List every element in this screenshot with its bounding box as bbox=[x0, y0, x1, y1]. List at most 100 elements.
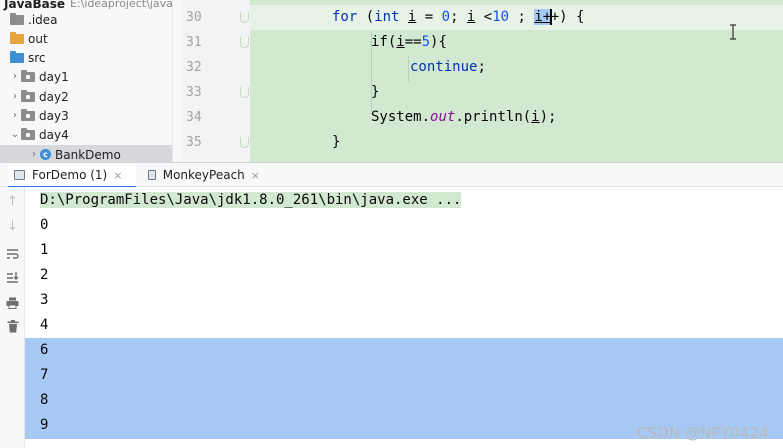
code-text: ; bbox=[477, 59, 486, 75]
tree-item-label: out bbox=[28, 31, 48, 46]
line-number: 34 bbox=[186, 110, 202, 125]
code-line-33: } bbox=[371, 80, 379, 105]
console-icon bbox=[148, 170, 156, 180]
project-tree-scrollbar[interactable] bbox=[172, 0, 182, 162]
project-path: E:\ideaproject\javab bbox=[70, 0, 180, 10]
tree-item-label: BankDemo bbox=[55, 147, 121, 162]
keyword: int bbox=[374, 9, 400, 25]
keyword: for bbox=[332, 9, 358, 25]
ide-top-area: JavaBase E:\ideaproject\javab .idea out … bbox=[0, 0, 783, 162]
code-text: ; bbox=[450, 9, 467, 25]
run-toolbar: ↑ ↓ bbox=[0, 187, 25, 448]
command-text: D:\ProgramFiles\Java\jdk1.8.0_261\bin\ja… bbox=[40, 192, 462, 208]
down-arrow-icon[interactable]: ↓ bbox=[0, 217, 25, 237]
tree-item-day2[interactable]: › day2 bbox=[0, 87, 172, 106]
console-line-selected: 8 bbox=[25, 388, 783, 413]
code-line-30: for (int i = 0; i <10 ; i++) { bbox=[332, 5, 584, 30]
code-text: .println( bbox=[455, 109, 532, 125]
code-text: = bbox=[416, 9, 442, 25]
run-tab-bar: ForDemo (1) × MonkeyPeach × bbox=[0, 162, 783, 188]
tree-item-src[interactable]: src bbox=[0, 48, 172, 67]
print-icon[interactable] bbox=[0, 293, 25, 313]
tab-label: ForDemo (1) bbox=[32, 168, 108, 182]
code-text: } bbox=[332, 134, 341, 150]
close-icon[interactable]: × bbox=[113, 169, 122, 182]
console-line-selected: 6 bbox=[25, 338, 783, 363]
keyword: continue bbox=[410, 59, 478, 75]
scroll-to-end-icon[interactable] bbox=[0, 267, 25, 287]
code-line-35: } bbox=[332, 130, 340, 155]
tab-monkeypeach[interactable]: MonkeyPeach × bbox=[142, 163, 266, 187]
source-folder-icon bbox=[10, 50, 24, 63]
fold-icon[interactable] bbox=[240, 12, 249, 23]
chevron-right-icon[interactable]: › bbox=[28, 149, 40, 160]
close-icon[interactable]: × bbox=[251, 169, 260, 182]
tree-item-label: .idea bbox=[28, 12, 58, 27]
fold-icon[interactable] bbox=[240, 87, 249, 98]
line-number: 30 bbox=[186, 10, 202, 25]
package-icon bbox=[21, 127, 35, 140]
console-line: 3 bbox=[40, 292, 49, 308]
tree-item-bankdemo[interactable]: › c BankDemo bbox=[0, 145, 172, 162]
code-text: ){ bbox=[430, 34, 447, 50]
console-line-selected: 7 bbox=[25, 363, 783, 388]
console-line: 0 bbox=[40, 217, 49, 233]
tree-item-label: day3 bbox=[39, 108, 69, 123]
up-arrow-icon[interactable]: ↑ bbox=[0, 192, 25, 212]
tree-item-label: day4 bbox=[39, 127, 69, 142]
trash-icon[interactable] bbox=[0, 317, 25, 337]
line-number: 31 bbox=[186, 35, 202, 50]
variable: i bbox=[396, 34, 405, 50]
number-literal: 0 bbox=[441, 9, 451, 25]
variable: i bbox=[531, 109, 540, 125]
chevron-down-icon[interactable]: ⌄ bbox=[9, 129, 21, 140]
line-number: 33 bbox=[186, 85, 202, 100]
folder-excluded-icon bbox=[10, 31, 24, 44]
tree-item-out[interactable]: out bbox=[0, 29, 172, 48]
tree-item-label: src bbox=[28, 50, 46, 65]
project-name: JavaBase bbox=[4, 0, 66, 11]
console-output[interactable]: D:\ProgramFiles\Java\jdk1.8.0_261\bin\ja… bbox=[25, 187, 783, 448]
code-text: System. bbox=[371, 109, 431, 125]
console-command-line: D:\ProgramFiles\Java\jdk1.8.0_261\bin\ja… bbox=[25, 188, 783, 213]
chevron-right-icon[interactable]: › bbox=[9, 71, 21, 82]
chevron-right-icon[interactable]: › bbox=[9, 110, 21, 121]
tab-fordemo[interactable]: ForDemo (1) × bbox=[8, 163, 136, 188]
selected-text: i+ bbox=[534, 9, 552, 25]
code-text: } bbox=[371, 84, 380, 100]
line-number: 35 bbox=[186, 135, 202, 150]
tab-label: MonkeyPeach bbox=[162, 168, 245, 182]
line-number: 32 bbox=[186, 60, 202, 75]
indent-guide bbox=[408, 56, 409, 82]
code-text: == bbox=[404, 34, 422, 50]
number-literal: 10 bbox=[492, 9, 510, 25]
tree-item-label: day1 bbox=[39, 69, 69, 84]
code-text: ; bbox=[509, 9, 535, 25]
folder-icon bbox=[10, 12, 24, 25]
code-text: ); bbox=[539, 109, 557, 125]
code-line-31: if(i==5){ bbox=[371, 30, 447, 55]
fold-icon[interactable] bbox=[240, 37, 249, 48]
fold-icon[interactable] bbox=[240, 137, 249, 148]
console-icon bbox=[14, 170, 25, 180]
project-tree: JavaBase E:\ideaproject\javab .idea out … bbox=[0, 0, 182, 162]
tree-item-day1[interactable]: › day1 bbox=[0, 67, 172, 86]
chevron-right-icon[interactable]: › bbox=[9, 91, 21, 102]
console-line: 4 bbox=[40, 317, 49, 333]
code-text: ) { bbox=[559, 9, 585, 25]
text-cursor-icon bbox=[730, 24, 736, 40]
editor-gutter: 30 31 32 33 34 35 bbox=[182, 0, 250, 162]
code-line-34: System.out.println(i); bbox=[371, 105, 556, 130]
package-icon bbox=[21, 89, 35, 102]
code-text: ( bbox=[357, 9, 375, 25]
code-text: < bbox=[475, 9, 493, 25]
code-editor[interactable]: for (int i = 0; i <10 ; i++) { if(i==5){… bbox=[250, 0, 783, 162]
package-icon bbox=[21, 69, 35, 82]
tree-item-idea[interactable]: .idea bbox=[0, 10, 172, 29]
tree-item-day4[interactable]: ⌄ day4 bbox=[0, 125, 172, 144]
static-field: out bbox=[430, 109, 456, 125]
soft-wrap-icon[interactable] bbox=[0, 244, 25, 264]
tree-item-day3[interactable]: › day3 bbox=[0, 106, 172, 125]
console-line: 2 bbox=[40, 267, 49, 283]
